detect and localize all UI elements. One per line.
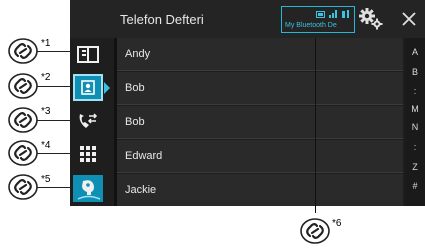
index-letter[interactable]: Z — [405, 162, 425, 172]
voice-recognition-button[interactable] — [70, 172, 113, 204]
index-letter[interactable]: B — [405, 67, 425, 77]
contacts-icon — [81, 80, 95, 95]
contacts-selected — [73, 74, 103, 101]
signal-icon — [329, 10, 337, 18]
leader-line — [315, 38, 316, 213]
battery-level-icon — [342, 10, 349, 18]
link-callout-icon — [8, 38, 38, 64]
index-letter[interactable]: A — [405, 47, 425, 57]
index-letter[interactable]: M — [405, 104, 425, 114]
callout-label: *4 — [41, 140, 51, 151]
link-callout-icon — [8, 73, 38, 99]
bluetooth-status-box[interactable]: My Bluetooth De — [281, 6, 355, 33]
index-separator: : — [413, 86, 417, 96]
battery-icon — [316, 11, 325, 18]
contact-list: Andy Bob Bob Edward Jackie — [117, 38, 403, 206]
callout-label: *2 — [41, 72, 51, 83]
settings-gear-icon[interactable] — [358, 7, 384, 31]
contact-name: Jackie — [125, 184, 157, 196]
call-history-button[interactable] — [70, 105, 113, 137]
callout-label: *3 — [41, 106, 51, 117]
contacts-button[interactable] — [70, 71, 113, 103]
link-callout-icon — [8, 174, 38, 200]
contact-name: Andy — [125, 48, 151, 60]
status-icons — [316, 9, 350, 18]
voice-recognition-icon — [73, 175, 103, 202]
contact-name: Bob — [125, 82, 145, 94]
callout-label: *1 — [41, 38, 51, 49]
alphabet-index-bar[interactable]: A B : M N : Z # — [405, 38, 425, 206]
link-callout-icon — [300, 218, 330, 244]
contact-name: Bob — [125, 116, 145, 128]
link-callout-icon — [8, 140, 38, 166]
contact-name: Edward — [125, 150, 163, 162]
contact-row[interactable]: Andy — [117, 38, 403, 71]
selected-arrow-indicator — [104, 82, 110, 94]
phone-book-button[interactable] — [70, 38, 113, 70]
function-sidebar — [70, 38, 113, 206]
contact-row[interactable]: Bob — [117, 72, 403, 105]
contact-row[interactable]: Jackie — [117, 174, 403, 206]
index-letter[interactable]: # — [405, 181, 425, 191]
phone-book-screen: Telefon Defteri My Bluetooth De Andy Bob… — [70, 0, 425, 206]
bluetooth-device-name: My Bluetooth De — [285, 22, 337, 29]
contact-row[interactable]: Bob — [117, 106, 403, 139]
phone-book-icon — [77, 46, 99, 63]
keypad-button[interactable] — [70, 138, 113, 170]
contact-row[interactable]: Edward — [117, 140, 403, 173]
close-icon[interactable] — [398, 8, 420, 30]
call-history-icon — [79, 113, 98, 128]
link-callout-icon — [8, 107, 38, 133]
header-bar: Telefon Defteri My Bluetooth De — [70, 0, 425, 38]
callout-label: *5 — [41, 174, 51, 185]
keypad-icon — [80, 146, 96, 162]
index-letter[interactable]: N — [405, 122, 425, 132]
callout-label: *6 — [332, 218, 342, 229]
index-separator: : — [413, 142, 417, 152]
page-title: Telefon Defteri — [120, 12, 204, 27]
